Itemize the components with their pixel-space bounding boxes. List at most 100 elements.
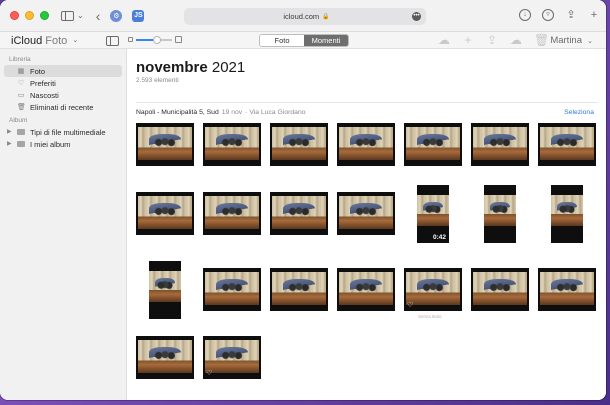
item-count: 2.593 elementi bbox=[136, 77, 179, 84]
sidebar-item-media-types[interactable]: ▶ Tipi di file multimediale bbox=[0, 126, 126, 138]
disclosure-triangle-icon[interactable]: ▶ bbox=[7, 128, 12, 135]
moment-place: · Via Luca Giordano bbox=[245, 109, 306, 116]
more-options-icon[interactable]: ••• bbox=[412, 12, 421, 21]
year-label: 2021 bbox=[211, 59, 246, 76]
downloads-icon[interactable]: ↓ bbox=[519, 9, 531, 21]
video-duration: 0:42 bbox=[432, 234, 446, 241]
download-icon[interactable]: ☁ bbox=[510, 33, 522, 47]
new-tab-icon[interactable]: + bbox=[588, 9, 600, 21]
safari-window: ⌄ ‹ ⚙ JS icloud.com 🔒 ••• ↓ ▿ ⇪ + iCloud… bbox=[0, 0, 606, 400]
folder-icon bbox=[17, 141, 25, 147]
zoom-knob[interactable] bbox=[152, 35, 161, 44]
library-section-label: Libreria bbox=[9, 56, 31, 63]
share-icon[interactable]: ⇪ bbox=[486, 33, 498, 47]
sidebar-item-label: Tipi di file multimediale bbox=[30, 127, 106, 137]
photos-main: novembre 2021 2.593 elementi Napoli - Mu… bbox=[128, 49, 606, 400]
small-thumbnail-icon bbox=[128, 37, 133, 42]
js-extension-icon[interactable]: JS bbox=[132, 9, 145, 22]
photo-thumbnail[interactable] bbox=[337, 123, 395, 166]
photo-thumbnail[interactable] bbox=[551, 185, 583, 243]
sidebar-item-eliminati[interactable]: 🗑 Eliminati di recente bbox=[0, 101, 126, 113]
photo-thumbnail[interactable] bbox=[136, 123, 194, 166]
share-icon[interactable]: ⇪ bbox=[565, 9, 577, 21]
photo-thumbnail[interactable] bbox=[471, 268, 529, 311]
photo-thumbnail[interactable] bbox=[203, 123, 261, 166]
photos-sidebar: Libreria ▦ Foto ♡ Preferiti ▭ Nascosti 🗑… bbox=[0, 49, 127, 400]
large-thumbnail-icon bbox=[175, 36, 182, 43]
photo-thumbnail[interactable] bbox=[337, 192, 395, 235]
photo-thumbnail[interactable] bbox=[270, 192, 328, 235]
hidden-icon: ▭ bbox=[17, 91, 25, 99]
moment-date: 19 nov bbox=[221, 109, 243, 116]
photo-thumbnail[interactable]: ♡ bbox=[404, 268, 462, 311]
photo-thumbnail[interactable] bbox=[471, 123, 529, 166]
sidebar-item-label: Preferiti bbox=[30, 78, 56, 88]
photo-thumbnail[interactable] bbox=[538, 123, 596, 166]
add-icon[interactable]: + bbox=[462, 33, 474, 47]
photo-thumbnail[interactable] bbox=[538, 268, 596, 311]
photo-thumbnail[interactable] bbox=[203, 192, 261, 235]
extension-icon[interactable]: ⚙ bbox=[110, 9, 123, 22]
sidebar-item-foto[interactable]: ▦ Foto bbox=[4, 65, 122, 77]
sidebar-item-my-albums[interactable]: ▶ I miei album bbox=[0, 138, 126, 150]
url-text: icloud.com bbox=[283, 12, 320, 21]
app-title-sub: Foto bbox=[45, 35, 68, 47]
tab-foto[interactable]: Foto bbox=[260, 35, 304, 46]
safari-toolbar: ⌄ ‹ ⚙ JS icloud.com 🔒 ••• ↓ ▿ ⇪ + bbox=[0, 0, 606, 32]
photo-thumbnail[interactable] bbox=[203, 268, 261, 311]
sidebar-item-label: Eliminati di recente bbox=[30, 102, 94, 112]
photo-thumbnail[interactable] bbox=[484, 185, 516, 243]
photo-thumbnail[interactable] bbox=[149, 261, 181, 319]
photo-thumbnail[interactable] bbox=[404, 123, 462, 166]
back-button[interactable]: ‹ bbox=[96, 8, 101, 24]
album-section-label: Album bbox=[9, 117, 28, 124]
sidebar-item-label: I miei album bbox=[30, 139, 71, 149]
photo-thumbnail[interactable] bbox=[270, 123, 328, 166]
app-title[interactable]: iCloud Foto ⌄ bbox=[11, 35, 78, 47]
delete-icon[interactable]: 🗑 bbox=[534, 33, 549, 47]
app-title-main: iCloud bbox=[11, 35, 43, 47]
page-title: novembre 2021 bbox=[136, 59, 245, 76]
photo-thumbnail[interactable] bbox=[136, 192, 194, 235]
safari-right-tools: ↓ ▿ ⇪ + bbox=[519, 9, 600, 21]
zoom-track[interactable] bbox=[136, 35, 172, 44]
zoom-slider[interactable] bbox=[128, 35, 182, 44]
heart-icon: ♡ bbox=[206, 370, 213, 377]
moment-header: Napoli - Municipalità 5, Sud 19 nov · Via … bbox=[136, 109, 306, 116]
sidebar-icon bbox=[106, 36, 119, 46]
heart-icon: ♡ bbox=[17, 79, 25, 87]
shield-icon[interactable]: ▿ bbox=[542, 9, 554, 21]
photo-thumbnail[interactable] bbox=[270, 268, 328, 311]
sidebar-icon bbox=[61, 10, 74, 21]
view-segmented-control: Foto Momenti bbox=[259, 34, 349, 47]
trash-icon: 🗑 bbox=[17, 103, 26, 111]
disclosure-triangle-icon[interactable]: ▶ bbox=[7, 140, 12, 147]
chevron-down-icon: ⌄ bbox=[72, 37, 79, 44]
chevron-down-icon: ⌄ bbox=[587, 38, 593, 45]
photo-thumbnail[interactable] bbox=[136, 336, 194, 379]
tab-momenti[interactable]: Momenti bbox=[304, 35, 348, 46]
video-thumbnail[interactable]: 0:42 bbox=[417, 185, 449, 243]
sidebar-item-label: Foto bbox=[30, 66, 46, 76]
window-controls bbox=[10, 11, 49, 20]
address-bar[interactable]: icloud.com 🔒 ••• bbox=[184, 8, 426, 25]
upload-icon[interactable]: ☁ bbox=[438, 33, 450, 47]
show-sidebar-button[interactable]: ⌄ bbox=[61, 10, 84, 21]
chevron-down-icon: ⌄ bbox=[77, 11, 84, 20]
photo-actions: ☁ + ⇪ ☁ 🗑 bbox=[438, 33, 549, 47]
photo-thumbnail[interactable] bbox=[337, 268, 395, 311]
photos-icon: ▦ bbox=[17, 67, 25, 75]
lock-icon: 🔒 bbox=[322, 14, 330, 20]
sidebar-item-preferiti[interactable]: ♡ Preferiti bbox=[0, 77, 126, 89]
minimize-window-button[interactable] bbox=[25, 11, 34, 20]
photo-thumbnail[interactable]: ♡ bbox=[203, 336, 261, 379]
zoom-window-button[interactable] bbox=[40, 11, 49, 20]
close-window-button[interactable] bbox=[10, 11, 19, 20]
sidebar-item-nascosti[interactable]: ▭ Nascosti bbox=[0, 89, 126, 101]
moment-location[interactable]: Napoli - Municipalità 5, Sud bbox=[136, 109, 219, 116]
folder-icon bbox=[17, 129, 25, 135]
toggle-sidebar-button[interactable] bbox=[106, 36, 119, 46]
user-menu[interactable]: Martina bbox=[550, 35, 582, 46]
sidebar-item-label: Nascosti bbox=[30, 90, 59, 100]
select-button[interactable]: Seleziona bbox=[564, 109, 594, 116]
